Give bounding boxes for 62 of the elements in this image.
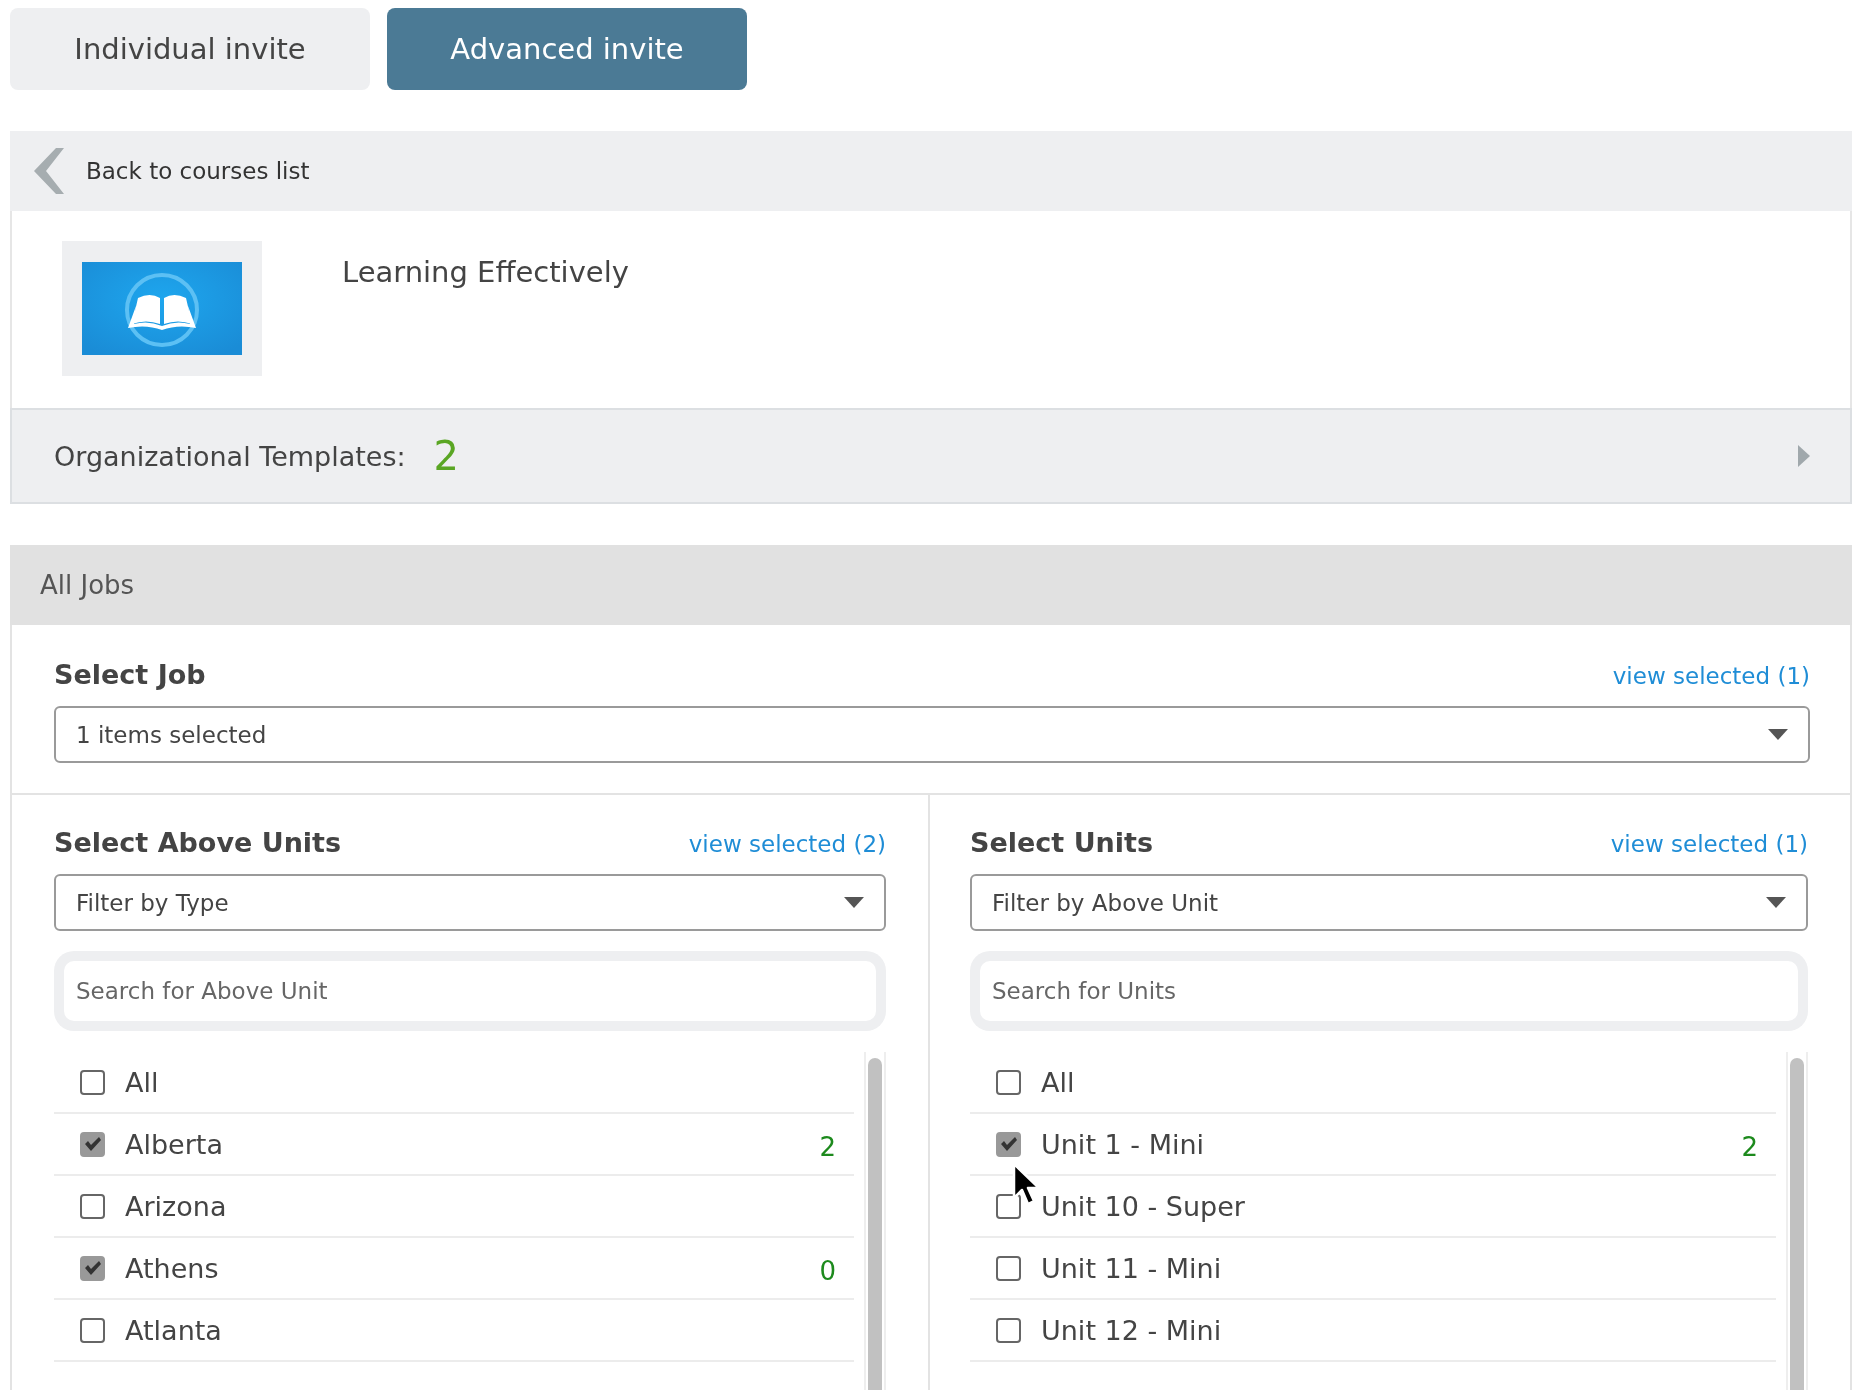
caret-down-icon <box>1766 897 1786 908</box>
templates-bar[interactable]: Organizational Templates: 2 <box>10 408 1852 504</box>
templates-count: 2 <box>433 433 460 479</box>
view-selected-link[interactable]: view selected (1) <box>1612 663 1810 689</box>
caret-down-icon <box>844 897 864 908</box>
course-title: Learning Effectively <box>342 255 629 289</box>
checkbox[interactable] <box>996 1255 1021 1281</box>
list-row[interactable]: Alberta 2 <box>54 1114 854 1176</box>
section-title: All Jobs <box>40 570 135 600</box>
view-selected-link[interactable]: view selected (2) <box>688 831 886 857</box>
invite-tab[interactable]: Individual invite <box>10 8 370 90</box>
caret-right-icon <box>1798 445 1810 467</box>
search-field[interactable]: Search for Above Unit <box>64 961 876 1021</box>
list-row[interactable]: Athens 0 <box>54 1238 854 1300</box>
invite-tab[interactable]: Advanced invite <box>387 8 747 90</box>
item-count: 0 <box>819 1255 836 1286</box>
list-row[interactable]: Arizona <box>54 1176 854 1238</box>
caret-down-icon <box>1768 729 1788 740</box>
checkbox[interactable] <box>80 1069 105 1095</box>
checkbox[interactable] <box>996 1193 1021 1219</box>
scrollbar[interactable] <box>1786 1052 1808 1390</box>
item-label: Atlanta <box>125 1314 222 1346</box>
item-label: Unit 12 - Mini <box>1041 1314 1222 1346</box>
list-row[interactable]: All <box>970 1052 1776 1114</box>
checkbox[interactable] <box>996 1069 1021 1095</box>
job-dropdown[interactable]: 1 items selected <box>54 706 1810 763</box>
open-book-icon <box>82 262 242 355</box>
checkbox[interactable] <box>996 1131 1021 1157</box>
item-count: 2 <box>1741 1131 1758 1162</box>
item-label: All <box>125 1066 159 1098</box>
item-label: Alberta <box>125 1128 223 1160</box>
list-row[interactable]: Unit 12 - Mini <box>970 1300 1776 1362</box>
select-job-label: Select Job <box>54 659 206 690</box>
item-label: Unit 1 - Mini <box>1041 1128 1205 1160</box>
list-row[interactable]: Unit 11 - Mini <box>970 1238 1776 1300</box>
back-link[interactable]: Back to courses list <box>86 158 310 184</box>
scrollbar[interactable] <box>864 1052 886 1390</box>
list-row[interactable]: Atlanta <box>54 1300 854 1362</box>
check-icon <box>83 1136 102 1152</box>
item-label: All <box>1041 1066 1075 1098</box>
filter-dropdown[interactable]: Filter by Above Unit <box>970 874 1808 931</box>
templates-label: Organizational Templates: <box>54 440 406 472</box>
checkbox[interactable] <box>80 1255 105 1281</box>
check-icon <box>83 1260 102 1276</box>
column-label: Select Above Units <box>54 827 342 858</box>
checkbox[interactable] <box>996 1317 1021 1343</box>
list-row[interactable]: Unit 1 - Mini 2 <box>970 1114 1776 1176</box>
filter-dropdown[interactable]: Filter by Type <box>54 874 886 931</box>
item-label: Arizona <box>125 1190 227 1222</box>
checkbox[interactable] <box>80 1131 105 1157</box>
item-label: Athens <box>125 1252 219 1284</box>
checkbox[interactable] <box>80 1317 105 1343</box>
view-selected-link[interactable]: view selected (1) <box>1610 831 1808 857</box>
item-label: Unit 11 - Mini <box>1041 1252 1222 1284</box>
column-label: Select Units <box>970 827 1153 858</box>
search-field[interactable]: Search for Units <box>980 961 1798 1021</box>
item-count: 2 <box>819 1131 836 1162</box>
checkbox[interactable] <box>80 1193 105 1219</box>
chevron-left-icon <box>34 148 64 194</box>
list-row[interactable]: All <box>54 1052 854 1114</box>
check-icon <box>999 1136 1018 1152</box>
item-label: Unit 10 - Super <box>1041 1190 1245 1222</box>
